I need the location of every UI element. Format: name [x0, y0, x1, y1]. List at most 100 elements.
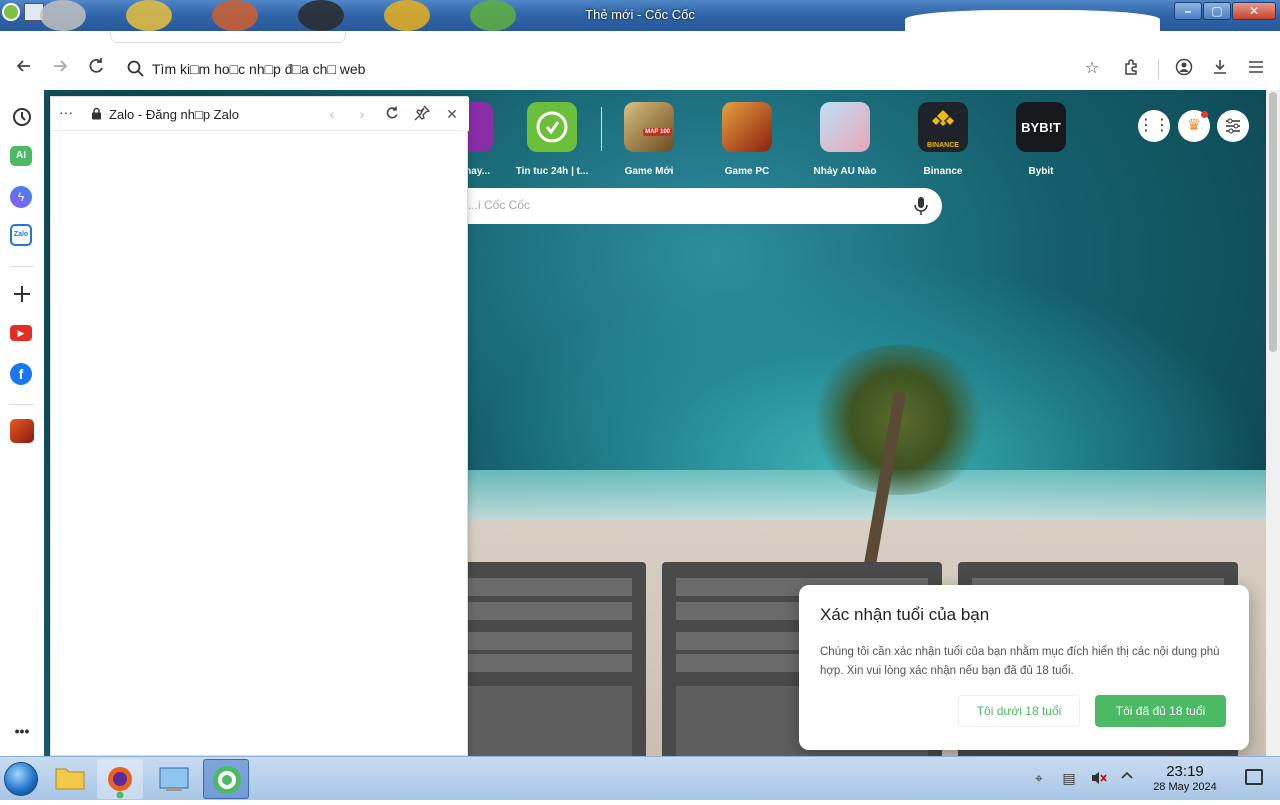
shortcut-label: Bybit: [1028, 166, 1054, 177]
search-icon: [127, 60, 144, 77]
network-tray-icon[interactable]: ⌖: [1030, 769, 1048, 787]
panel-reload-button[interactable]: [383, 105, 401, 123]
zalo-side-panel: ··· Zalo - Đăng nh□p Zalo ‹ › ✕: [50, 96, 469, 756]
chevron-left-icon: ‹: [329, 106, 335, 122]
panel-forward-button[interactable]: ›: [353, 105, 371, 123]
download-icon[interactable]: [1209, 58, 1231, 80]
shortcut-tile[interactable]: BINANCE Binance: [895, 102, 991, 177]
clipboard-tray-icon[interactable]: ▤: [1060, 769, 1078, 787]
volume-muted-icon[interactable]: [1090, 769, 1108, 787]
reload-icon: [386, 106, 398, 119]
reload-icon: [89, 58, 103, 73]
forward-button[interactable]: [48, 56, 72, 80]
profile-icon[interactable]: [1173, 58, 1195, 80]
start-orb-icon[interactable]: [4, 762, 38, 796]
close-button[interactable]: ✕: [1232, 2, 1276, 20]
nhay-au-icon: [820, 102, 870, 152]
dialog-body: Chúng tôi cần xác nhận tuổi của bạn nhằm…: [820, 646, 1220, 677]
facebook-icon: f: [18, 366, 24, 382]
address-input[interactable]: Tìm ki□m ho□c nh□p đ□a ch□ web: [152, 61, 365, 77]
coccoc-icon: [213, 766, 241, 794]
panel-close-button[interactable]: ✕: [443, 105, 461, 123]
plus-icon: [14, 286, 30, 302]
history-icon: [13, 108, 31, 126]
sidebar-item-ai[interactable]: AI: [10, 146, 32, 166]
tray-expand-chevron-icon[interactable]: [1118, 769, 1136, 787]
sidebar-item-youtube[interactable]: ▶: [10, 325, 32, 341]
over-18-button[interactable]: Tôi đã đủ 18 tuổi: [1095, 695, 1226, 727]
notification-dot: [1201, 111, 1208, 118]
sidebar-item-facebook[interactable]: f: [10, 363, 32, 385]
taskbar-firefox[interactable]: [97, 759, 143, 799]
main-search-box[interactable]: ...i Cốc Cốc: [424, 188, 942, 224]
shortcut-badge: MAP 100: [643, 128, 672, 136]
pin-icon: [414, 105, 431, 121]
shortcut-badge: BINANCE: [927, 142, 959, 149]
premium-button[interactable]: ♛: [1178, 110, 1210, 142]
clock-refresh-icon: [527, 102, 577, 152]
binance-icon: BINANCE: [918, 102, 968, 152]
bookmark-star-icon[interactable]: ☆: [1081, 58, 1103, 80]
card-placeholder: [442, 654, 632, 672]
shortcut-label: Game PC: [724, 166, 770, 177]
lock-icon: [92, 107, 101, 120]
under-18-button[interactable]: Tôi dưới 18 tuổi: [958, 695, 1080, 727]
taskbar-coccoc[interactable]: [203, 759, 249, 799]
card-placeholder: [442, 686, 632, 756]
notification-center-icon[interactable]: [1245, 769, 1263, 785]
page-scrollbar[interactable]: [1266, 90, 1280, 756]
extensions-icon[interactable]: [1121, 58, 1143, 80]
taskbar: ⌖ ▤ 23:19 28 May 2024: [0, 756, 1280, 800]
shortcut-badge: BYB!T: [1021, 120, 1061, 135]
crown-icon: ♛: [1186, 117, 1202, 134]
sidebar-more-button[interactable]: •••: [10, 723, 34, 747]
shortcut-label: Tin tuc 24h | t...: [515, 166, 589, 177]
tab-active[interactable]: [110, 31, 346, 43]
shortcut-label: Nhảy AU Nào: [813, 166, 877, 177]
folder-icon: [55, 768, 85, 790]
customize-button[interactable]: [1217, 110, 1249, 142]
shortcut-tile[interactable]: BYB!T Bybit: [993, 102, 1089, 177]
ai-icon: AI: [16, 150, 26, 161]
sidebar-divider: [10, 404, 34, 405]
close-icon: ✕: [446, 106, 458, 122]
window-titlebar: Thẻ mới - Cốc Cốc – ▢ ✕: [0, 0, 1280, 34]
back-button[interactable]: [12, 56, 36, 80]
window-controls: – ▢ ✕: [1174, 2, 1276, 20]
sidebar-item-game[interactable]: [10, 419, 34, 443]
clock-date: 28 May 2024: [1153, 781, 1217, 793]
microphone-icon[interactable]: [914, 196, 928, 216]
shortcut-tile[interactable]: Nhảy AU Nào: [797, 102, 893, 177]
sidebar-item-zalo[interactable]: Zalo: [10, 224, 32, 246]
zalo-icon: Zalo: [13, 231, 29, 238]
taskbar-file-explorer[interactable]: [47, 759, 93, 799]
panel-pin-button[interactable]: [413, 105, 431, 123]
arrow-right-icon: [54, 60, 68, 72]
reload-button[interactable]: [84, 56, 108, 80]
apps-grid-button[interactable]: ⋮⋮: [1138, 110, 1170, 142]
clock-time: 23:19: [1166, 763, 1204, 780]
sidebar-divider: [10, 266, 34, 267]
messenger-icon: ϟ: [17, 190, 25, 204]
minimize-button[interactable]: –: [1174, 2, 1202, 20]
shortcut-tile[interactable]: Game PC: [699, 102, 795, 177]
shortcut-tile[interactable]: Tin tuc 24h | t...: [504, 102, 600, 177]
taskbar-control-panel[interactable]: [151, 759, 197, 799]
sidebar-item-history[interactable]: [10, 105, 34, 129]
system-clock[interactable]: 23:19 28 May 2024: [1140, 763, 1230, 793]
scrollbar-thumb[interactable]: [1269, 92, 1277, 352]
address-bar[interactable]: Tìm ki□m ho□c nh□p đ□a ch□ web: [118, 53, 1108, 85]
toolbar-divider: [1158, 59, 1159, 79]
shortcut-tile[interactable]: MAP 100 Game Mới: [601, 102, 697, 177]
sidebar-item-messenger[interactable]: ϟ: [10, 186, 32, 208]
control-panel-icon: [159, 767, 189, 791]
dialog-title: Xác nhận tuổi của bạn: [820, 605, 990, 624]
sidebar-item-add[interactable]: [10, 282, 34, 306]
arrow-left-icon: [16, 60, 30, 72]
card-placeholder: [442, 632, 632, 650]
panel-more-button[interactable]: ···: [59, 104, 73, 120]
maximize-button[interactable]: ▢: [1203, 2, 1231, 20]
youtube-icon: ▶: [17, 328, 25, 338]
menu-icon[interactable]: [1245, 58, 1267, 80]
panel-back-button[interactable]: ‹: [323, 105, 341, 123]
